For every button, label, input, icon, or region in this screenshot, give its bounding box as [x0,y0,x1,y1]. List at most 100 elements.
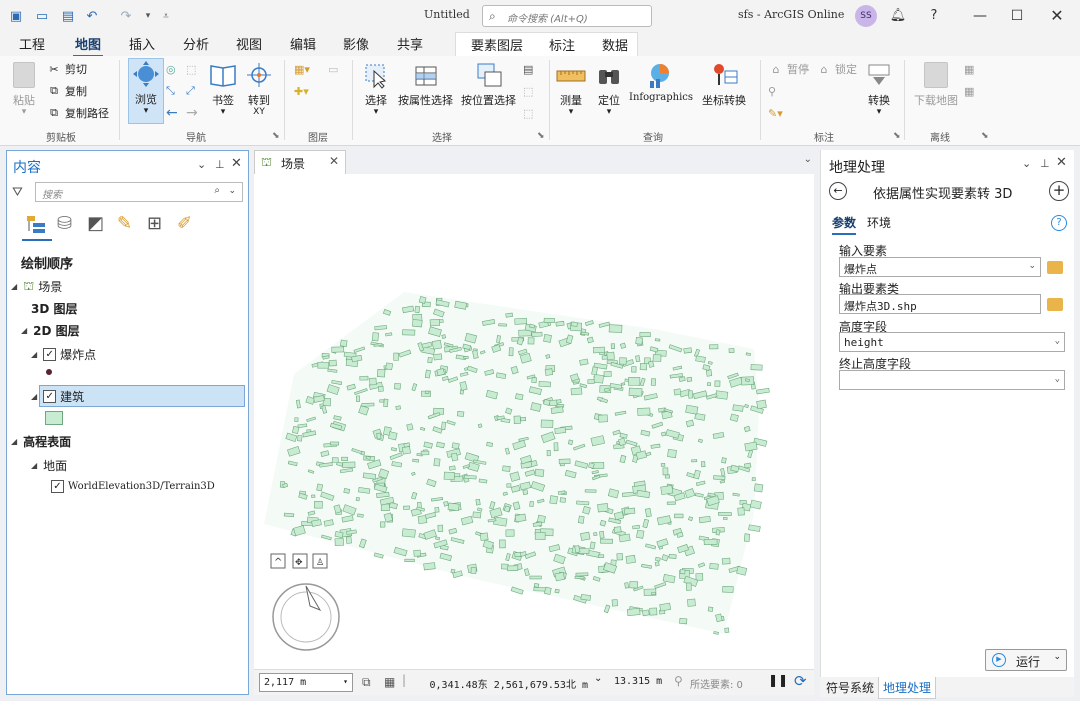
collapse-caret-icon[interactable]: ◢ [11,282,17,291]
toc-layer-points[interactable]: ◢ ✓ 爆炸点 [31,346,96,363]
clear-selection-icon[interactable]: ⬚ [523,104,533,122]
tab-insert[interactable]: 插入 [127,34,157,53]
close-pane-icon[interactable]: ✕ [231,156,242,171]
visibility-checkbox[interactable]: ✓ [43,348,57,361]
pane-options-icon[interactable]: ⌄ [197,158,206,171]
input-features-field[interactable]: 爆炸点 ⌄ [839,257,1041,277]
add-data-icon[interactable]: ✚▾ [294,82,309,100]
undo-icon[interactable]: ↶ [84,8,100,24]
select-by-attributes-button[interactable]: 按属性选择 [398,60,453,108]
to-height-field-select[interactable]: ⌄ [839,370,1065,390]
list-by-snapping-icon[interactable]: ⊞ [147,213,162,234]
labeling-launcher-icon[interactable]: ⬊ [893,131,901,141]
collapse-caret-icon[interactable]: ◢ [31,392,37,401]
tab-edit[interactable]: 编辑 [288,34,318,53]
tab-analysis[interactable]: 分析 [181,34,211,53]
coordinate-conversion-button[interactable]: 坐标转换 [702,60,746,108]
visibility-checkbox[interactable]: ✓ [51,480,64,493]
tab-labeling[interactable]: 标注 [547,35,577,54]
pin-icon[interactable]: ⊥ [1040,157,1050,170]
user-avatar[interactable]: SS [855,5,877,27]
help-button[interactable]: ? [924,6,944,26]
zoom-full-icon[interactable]: ⤡ [166,82,175,100]
list-by-drawing-order-button[interactable] [22,211,52,241]
save-icon[interactable]: ▤ [60,8,76,24]
pane-options-icon[interactable]: ⌄ [1022,157,1031,170]
toc-elevation-surfaces[interactable]: ◢ 高程表面 [11,433,71,450]
list-by-selection-icon[interactable]: ◩ [87,213,104,234]
grid-icon[interactable]: ▦ [384,675,395,689]
selection-launcher-icon[interactable]: ⬊ [537,131,545,141]
tab-imagery[interactable]: 影像 [341,34,371,53]
copy-path-button[interactable]: ⧉ 复制路径 [46,104,109,122]
globe-icon[interactable]: ◎ [166,60,176,78]
toc-terrain[interactable]: ✓ WorldElevation3D/Terrain3D [51,480,215,493]
open-folder-icon[interactable]: ▭ [34,8,50,24]
unplaced-labels-icon[interactable]: ⚲ [768,82,776,100]
browse-folder-icon[interactable] [1047,261,1063,274]
select-by-location-button[interactable]: 按位置选择 [461,60,516,108]
compass-ring[interactable] [272,583,340,651]
selected-features-icon[interactable]: ⚲ [674,674,683,688]
goto-xy-button[interactable]: 转到 XY [244,60,274,117]
map-extent-icon[interactable]: ⬚ [186,60,196,78]
add-icon[interactable]: + [1049,181,1069,201]
select-button[interactable]: 选择 ▾ [361,60,391,117]
lock-labels-button[interactable]: ⌂ 锁定 [816,60,858,78]
browse-folder-icon[interactable] [1047,298,1063,311]
close-pane-icon[interactable]: ✕ [1056,155,1067,170]
remove-offline-icon[interactable]: ▦ [964,82,974,100]
customize-qat-icon[interactable]: ⩡ [158,8,174,24]
tab-project[interactable]: 工程 [17,34,47,53]
point-symbol[interactable] [46,369,52,375]
building-symbol[interactable] [45,411,63,425]
tab-view[interactable]: 视图 [234,34,264,53]
north-arrow-icon[interactable] [305,585,322,612]
scene-view[interactable]: ^ ✥ ♙ [254,174,814,669]
toc-scene[interactable]: ◢ ⛫ 场景 [11,278,62,295]
label-pen-icon[interactable]: ✎▾ [768,104,783,122]
download-map-button[interactable]: 下载地图 [914,60,958,108]
undo-dropdown-icon[interactable]: ▾ [140,8,156,24]
tab-parameters[interactable]: 参数 [832,214,857,235]
filter-icon[interactable]: ⛛ [12,185,23,200]
redo-icon[interactable]: ↷ [118,8,134,24]
back-arrow-icon[interactable]: ← [829,182,847,200]
navigator-control[interactable]: ^ ✥ ♙ [270,553,340,651]
list-by-labeling-icon[interactable]: ✐ [177,213,192,234]
search-dropdown-icon[interactable]: ⌄ [228,186,236,196]
contents-search-input[interactable]: 搜索 ⌕ ⌄ [35,182,243,202]
new-project-icon[interactable]: ▣ [8,8,24,24]
toc-ground[interactable]: ◢ 地面 [31,457,67,474]
tab-overflow-icon[interactable]: ⌄ [804,154,812,165]
offline-launcher-icon[interactable]: ⬊ [981,131,989,141]
tab-data[interactable]: 数据 [600,35,630,54]
basemap-icon[interactable]: ▦▾ [294,60,310,78]
tab-share[interactable]: 共享 [395,34,425,53]
run-button[interactable]: ▶ 运行 ⌄ [985,649,1067,671]
list-by-source-icon[interactable]: ⛁ [57,213,72,234]
layer-extra-icon[interactable]: ▭ [328,60,338,78]
back-arrow-icon[interactable]: ← [166,104,178,122]
tab-environments[interactable]: 环境 [867,214,891,231]
toc-2d-layers[interactable]: ◢ 2D 图层 [21,322,80,339]
coordinate-format-dropdown[interactable]: ⌄ [594,673,602,684]
notification-bell-icon[interactable]: 🔔︎ [888,6,908,26]
output-feature-class-field[interactable]: 爆炸点3D.shp [839,294,1041,314]
toc-layer-buildings[interactable]: ◢ ✓ 建筑 [31,388,84,405]
collapse-caret-icon[interactable]: ◢ [31,350,37,359]
maximize-button[interactable]: ☐ [1007,6,1027,26]
copy-button[interactable]: ⧉ 复制 [46,82,87,100]
navigate-launcher-icon[interactable]: ⬊ [272,131,280,141]
convert-labels-button[interactable]: 转换 ▾ [864,60,894,117]
forward-arrow-icon[interactable]: → [186,104,198,122]
explore-button[interactable]: 浏览 ▾ [128,58,164,124]
attributes-icon[interactable]: ▤ [523,60,533,78]
pause-drawing-icon[interactable]: ❚❚ [768,673,788,687]
pin-icon[interactable]: ⊥ [215,158,225,171]
visibility-checkbox[interactable]: ✓ [43,390,57,403]
paste-button[interactable]: 粘贴 ▾ [9,60,39,117]
measure-button[interactable]: 测量 ▾ [556,60,586,117]
height-field-select[interactable]: height ⌄ [839,332,1065,352]
tab-geoprocessing[interactable]: 地理处理 [878,677,937,699]
